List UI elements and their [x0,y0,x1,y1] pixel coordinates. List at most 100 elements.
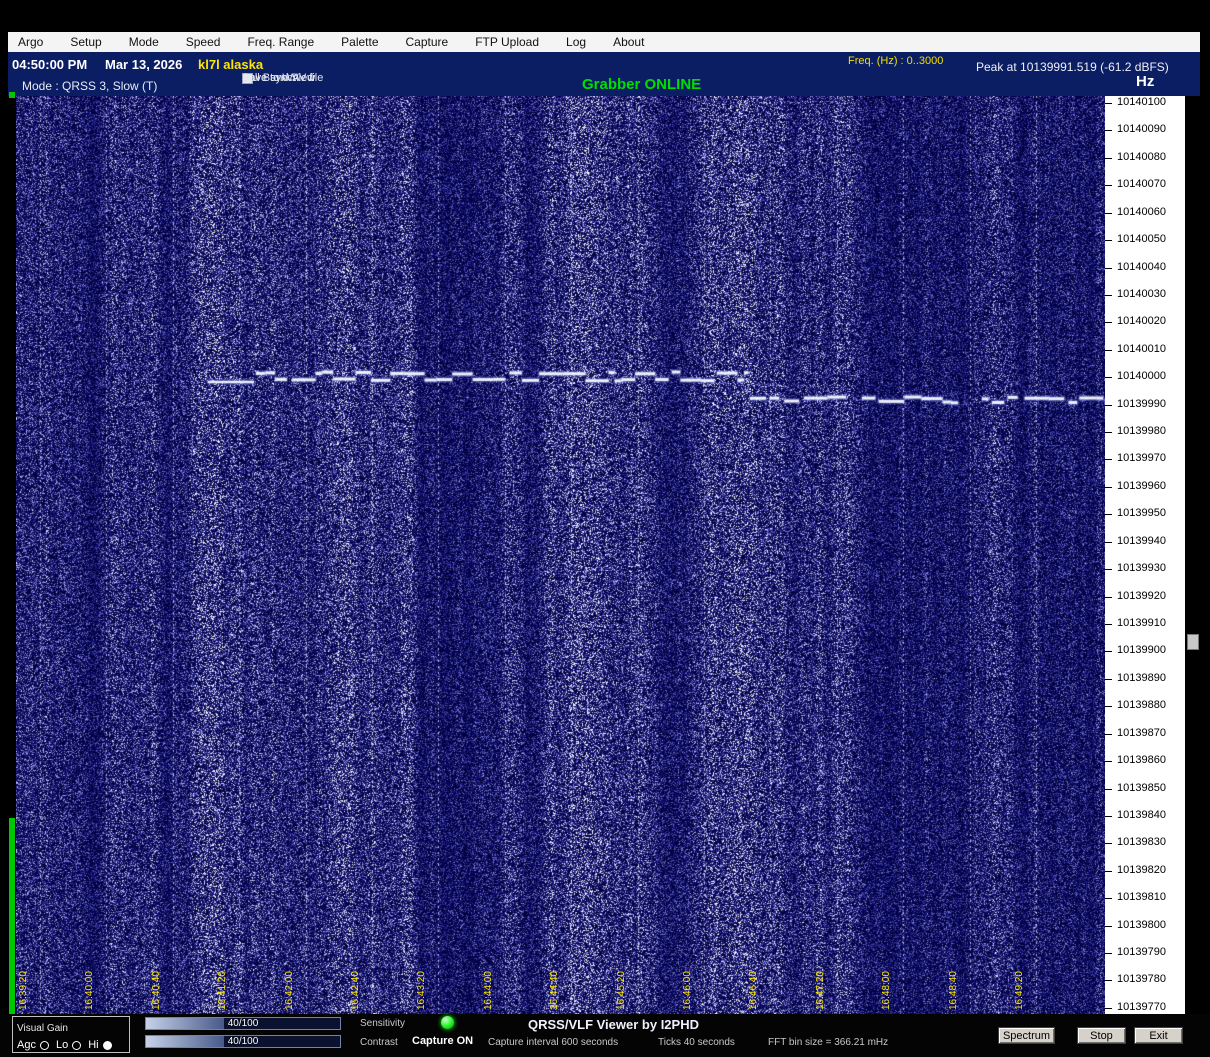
spectrum-button[interactable]: Spectrum [998,1027,1055,1044]
ticks-label: Ticks 40 seconds [658,1037,735,1048]
freq-tick [1105,158,1112,159]
freq-label: 10139780 [1117,973,1166,985]
freq-tick [1105,569,1112,570]
fft-bin-label: FFT bin size = 366.21 mHz [768,1037,889,1048]
capture-progress-mark [9,92,15,98]
freq-label: 10139860 [1117,754,1166,766]
freq-range-label: Freq. (Hz) : 0..3000 [848,55,944,67]
agc-label: Agc [17,1039,36,1051]
sensitivity-label: Sensitivity [360,1018,406,1029]
freq-label: 10140090 [1117,123,1166,135]
lo-radio[interactable] [72,1040,82,1050]
freq-label: 10139800 [1117,919,1166,931]
freq-tick [1105,130,1112,131]
freq-tick [1105,103,1112,104]
freq-tick [1105,459,1112,460]
grabber-status: Grabber ONLINE [582,76,702,93]
hi-radio[interactable] [102,1040,112,1050]
visual-gain-group: Visual Gain Agc Lo Hi [12,1016,130,1053]
freq-label: 10140070 [1117,178,1166,190]
menu-item-argo[interactable]: Argo [18,35,43,49]
frequency-scrollbar[interactable] [1187,96,1199,1014]
menu-bar: Argo Setup Mode Speed Freq. Range Palette Capt… [8,32,1200,52]
freq-label: 10139990 [1117,398,1166,410]
clock: 04:50:00 PM [12,57,88,72]
menu-item-freq-range[interactable]: Freq. Range [247,35,314,49]
freq-tick [1105,322,1112,323]
freq-tick [1105,432,1112,433]
menu-item-capture[interactable]: Capture [406,35,449,49]
freq-label: 10140010 [1117,343,1166,355]
menu-item-palette[interactable]: Palette [341,35,378,49]
freq-tick [1105,871,1112,872]
freq-tick [1105,185,1112,186]
freq-tick [1105,706,1112,707]
argo-window: Argo Setup Mode Speed Freq. Range Palette Capt… [0,0,1210,1057]
sensitivity-slider[interactable]: 40/100 [145,1017,341,1030]
freq-label: 10139770 [1117,1001,1166,1013]
freq-label: 10139850 [1117,782,1166,794]
freq-label: 10139970 [1117,452,1166,464]
agc-radio-group: Agc Lo Hi [17,1039,125,1051]
contrast-value: 40/100 [227,1036,259,1047]
date: Mar 13, 2026 [105,57,183,72]
status-bar: Visual Gain Agc Lo Hi 40/100 40/100 Sens… [0,1014,1210,1057]
freq-tick [1105,980,1112,981]
stop-button[interactable]: Stop [1077,1027,1126,1044]
callsign: kl7l alaska [198,57,264,72]
freq-tick [1105,405,1112,406]
freq-tick [1105,789,1112,790]
freq-tick [1105,1008,1112,1009]
freq-tick [1105,761,1112,762]
freq-label: 10139940 [1117,535,1166,547]
menu-item-ftp-upload[interactable]: FTP Upload [475,35,539,49]
freq-label: 10139810 [1117,891,1166,903]
capture-interval-label: Capture interval 600 seconds [488,1037,619,1048]
exit-button[interactable]: Exit [1134,1027,1183,1044]
menu-item-setup[interactable]: Setup [70,35,101,49]
menu-item-log[interactable]: Log [566,35,586,49]
freq-label: 10139930 [1117,562,1166,574]
freq-label: 10139840 [1117,809,1166,821]
freq-label: 10140020 [1117,315,1166,327]
hz-unit-label: Hz [1136,73,1155,90]
freq-label: 10139790 [1117,946,1166,958]
freq-tick [1105,542,1112,543]
freq-label: 10139880 [1117,699,1166,711]
waterfall-area: 16:39:20 16:40:00 16:40:40 16:41:20 16:42:00… [16,96,1105,1014]
freq-label: 10139920 [1117,590,1166,602]
freq-tick [1105,377,1112,378]
menu-item-speed[interactable]: Speed [186,35,221,49]
scrollbar-thumb[interactable] [1187,634,1199,650]
header-bar: 04:50:00 PM Mar 13, 2026 kl7l alaska Fre… [8,52,1200,96]
freq-tick [1105,843,1112,844]
contrast-slider[interactable]: 40/100 [145,1035,341,1048]
freq-tick [1105,295,1112,296]
agc-radio[interactable] [39,1040,49,1050]
freq-label: 10139950 [1117,507,1166,519]
hi-label: Hi [88,1039,99,1051]
menu-item-about[interactable]: About [613,35,644,49]
freq-label: 10139870 [1117,727,1166,739]
contrast-label: Contrast [360,1037,398,1048]
freq-label: 10140030 [1117,288,1166,300]
checkbox-label: Save synch'ed [242,72,314,84]
freq-label: 10139830 [1117,836,1166,848]
freq-label: 10139980 [1117,425,1166,437]
menu-item-mode[interactable]: Mode [129,35,159,49]
freq-tick [1105,898,1112,899]
capture-state: Capture ON [412,1035,474,1047]
freq-label: 10140000 [1117,370,1166,382]
visual-gain-label: Visual Gain [17,1023,68,1034]
waterfall-canvas [16,96,1105,1014]
freq-tick [1105,240,1112,241]
freq-tick [1105,926,1112,927]
freq-label: 10140040 [1117,261,1166,273]
capture-led-icon [441,1016,454,1029]
freq-tick [1105,350,1112,351]
freq-label: 10139890 [1117,672,1166,684]
freq-tick [1105,734,1112,735]
freq-label: 10139910 [1117,617,1166,629]
capture-progress-strip [9,818,15,1014]
freq-tick [1105,816,1112,817]
